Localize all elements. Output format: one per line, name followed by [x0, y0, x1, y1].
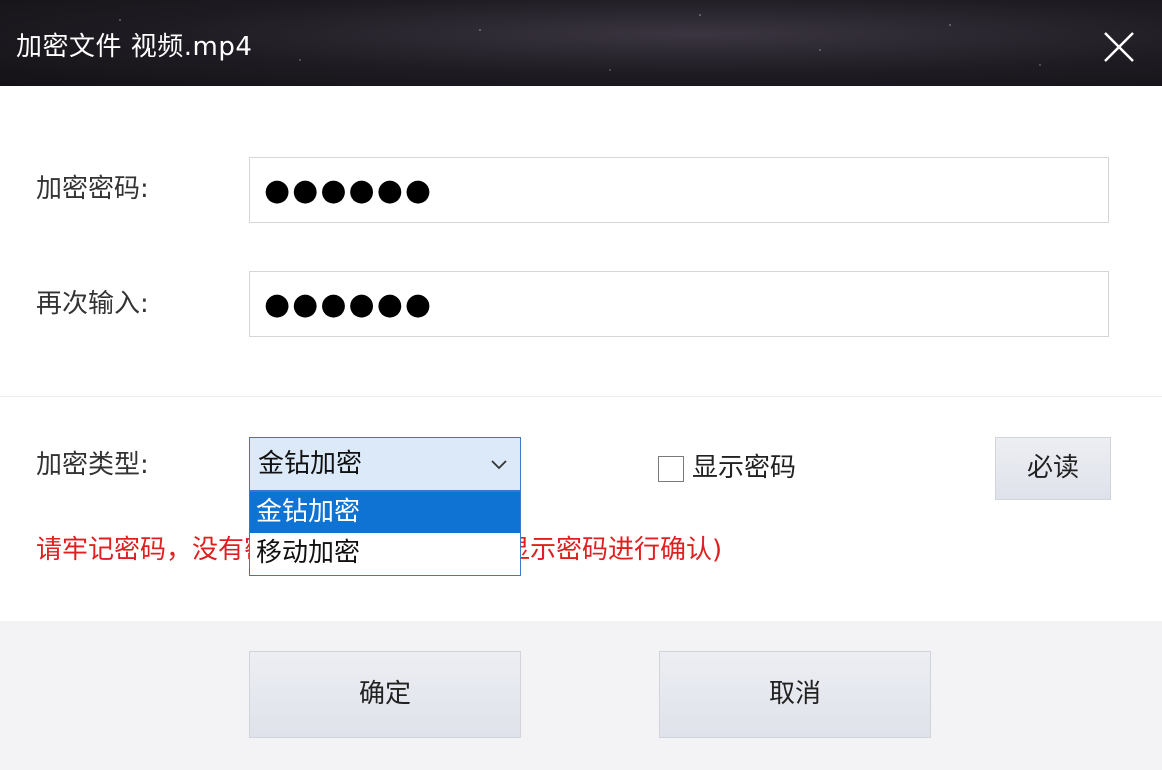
cancel-button[interactable]: 取消: [659, 651, 931, 738]
show-password-checkbox[interactable]: [658, 456, 684, 482]
close-icon: [1104, 32, 1134, 62]
password-field[interactable]: ●●●●●●: [249, 157, 1109, 223]
confirm-password-label: 再次输入:: [36, 289, 149, 319]
options-section: [0, 397, 1162, 621]
encryption-type-label: 加密类型:: [36, 450, 149, 480]
encryption-type-dropdown: 金钻加密 移动加密: [249, 491, 521, 576]
chevron-down-icon: [491, 460, 507, 470]
password-section: [0, 86, 1162, 397]
encryption-type-selected: 金钻加密: [258, 449, 363, 479]
dropdown-option-gold[interactable]: 金钻加密: [250, 492, 520, 533]
password-label: 加密密码:: [36, 174, 149, 204]
ok-button[interactable]: 确定: [249, 651, 521, 738]
confirm-password-field[interactable]: ●●●●●●: [249, 271, 1109, 337]
encryption-type-select[interactable]: 金钻加密: [249, 437, 521, 491]
window-title: 加密文件 视频.mp4: [16, 32, 253, 62]
close-button[interactable]: [1102, 30, 1136, 64]
must-read-button[interactable]: 必读: [995, 437, 1111, 500]
dropdown-option-mobile[interactable]: 移动加密: [250, 533, 520, 574]
show-password-label: 显示密码: [692, 453, 797, 483]
footer-section: [0, 621, 1162, 770]
title-bar: 加密文件 视频.mp4: [0, 0, 1162, 86]
